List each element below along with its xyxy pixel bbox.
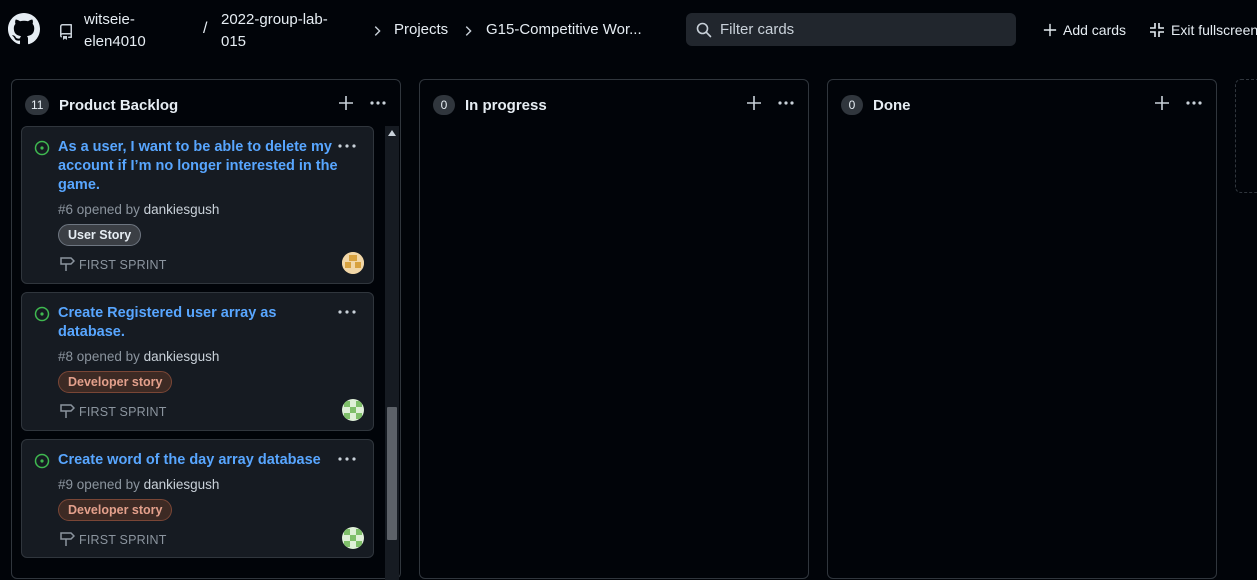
avatar-green-icon	[342, 527, 364, 549]
column-title: In progress	[465, 97, 547, 114]
column-header: 0 Done	[828, 80, 1216, 126]
avatar-yellow-icon	[342, 252, 364, 274]
plus-icon	[1043, 23, 1057, 37]
column-more-icon[interactable]	[1185, 95, 1203, 111]
search-icon	[696, 22, 712, 38]
user-avatar[interactable]	[342, 252, 364, 274]
column-count-badge: 0	[433, 95, 455, 115]
milestone-icon	[60, 532, 75, 546]
card-more-icon[interactable]	[337, 305, 357, 319]
issue-card[interactable]: As a user, I want to be able to delete m…	[21, 126, 374, 284]
column-more-icon[interactable]	[369, 95, 387, 111]
issue-number: #8	[58, 349, 74, 364]
breadcrumb-project-name[interactable]: G15-Competitive Wor...	[486, 21, 642, 38]
issue-card[interactable]: Create word of the day array database #9…	[21, 439, 374, 558]
chevron-right-icon	[465, 26, 472, 36]
avatar-green-icon	[342, 399, 364, 421]
issue-title-link[interactable]: Create Registered user array as database…	[58, 304, 338, 342]
opened-by-text: opened by	[76, 477, 140, 492]
exit-fullscreen-icon	[1150, 23, 1164, 37]
user-avatar[interactable]	[342, 527, 364, 549]
repo-name-link[interactable]: 2022-group-lab-015	[221, 9, 351, 53]
issue-open-icon	[34, 140, 50, 156]
column-done: 0 Done	[827, 79, 1217, 579]
milestone-icon	[60, 257, 75, 271]
opened-by-text: opened by	[76, 202, 140, 217]
milestone-icon	[60, 404, 75, 418]
column-more-icon[interactable]	[777, 95, 795, 111]
repo-owner-link[interactable]: witseie-elen4010	[84, 9, 194, 53]
issue-title-link[interactable]: Create word of the day array database	[58, 451, 348, 470]
add-card-plus-icon[interactable]	[1154, 95, 1170, 111]
github-logo-icon[interactable]	[8, 13, 40, 45]
column-count-badge: 11	[25, 95, 50, 115]
issue-card[interactable]: Create Registered user array as database…	[21, 292, 374, 431]
column-in-progress: 0 In progress	[419, 79, 809, 579]
column-title: Product Backlog	[59, 97, 179, 114]
author-link[interactable]: dankiesgush	[144, 349, 220, 364]
issue-meta: #6 opened by dankiesgush	[58, 202, 219, 217]
card-more-icon[interactable]	[337, 139, 357, 153]
column-header: 11 Product Backlog	[12, 80, 400, 126]
add-card-plus-icon[interactable]	[746, 95, 762, 111]
add-cards-button[interactable]: Add cards	[1043, 20, 1126, 40]
scroll-up-arrow-icon[interactable]	[388, 130, 396, 136]
add-card-plus-icon[interactable]	[338, 95, 354, 111]
column-title: Done	[873, 97, 911, 114]
path-separator: /	[203, 20, 208, 37]
milestone-label[interactable]: FIRST SPRINT	[79, 258, 167, 272]
filter-cards-field[interactable]	[686, 13, 1016, 46]
issue-meta: #8 opened by dankiesgush	[58, 349, 219, 364]
author-link[interactable]: dankiesgush	[144, 202, 220, 217]
label-user-story[interactable]: User Story	[58, 224, 142, 246]
opened-by-text: opened by	[76, 349, 140, 364]
top-bar: witseie-elen4010 / 2022-group-lab-015 Pr…	[0, 0, 1257, 62]
exit-fullscreen-button[interactable]: Exit fullscreen	[1149, 20, 1257, 40]
filter-cards-input[interactable]	[720, 13, 1010, 46]
scrollbar-thumb[interactable]	[387, 407, 397, 540]
breadcrumb-projects[interactable]: Projects	[394, 21, 448, 38]
issue-open-icon	[34, 453, 50, 469]
add-cards-label: Add cards	[1063, 22, 1127, 38]
column-product-backlog: 11 Product Backlog As a user, I want to …	[11, 79, 401, 580]
chevron-right-icon	[374, 26, 381, 36]
milestone-label[interactable]: FIRST SPRINT	[79, 533, 167, 547]
column-scrollbar[interactable]	[385, 126, 399, 580]
column-header: 0 In progress	[420, 80, 808, 126]
issue-number: #9	[58, 477, 74, 492]
exit-fullscreen-label: Exit fullscreen	[1171, 22, 1257, 38]
issue-number: #6	[58, 202, 74, 217]
user-avatar[interactable]	[342, 399, 364, 421]
label-developer-story[interactable]: Developer story	[58, 499, 173, 521]
milestone-label[interactable]: FIRST SPRINT	[79, 405, 167, 419]
label-developer-story[interactable]: Developer story	[58, 371, 173, 393]
issue-meta: #9 opened by dankiesgush	[58, 477, 219, 492]
column-count-badge: 0	[841, 95, 863, 115]
repo-icon	[59, 24, 72, 40]
add-column-placeholder[interactable]	[1235, 79, 1257, 193]
author-link[interactable]: dankiesgush	[144, 477, 220, 492]
issue-open-icon	[34, 306, 50, 322]
issue-title-link[interactable]: As a user, I want to be able to delete m…	[58, 138, 338, 195]
card-more-icon[interactable]	[337, 452, 357, 466]
